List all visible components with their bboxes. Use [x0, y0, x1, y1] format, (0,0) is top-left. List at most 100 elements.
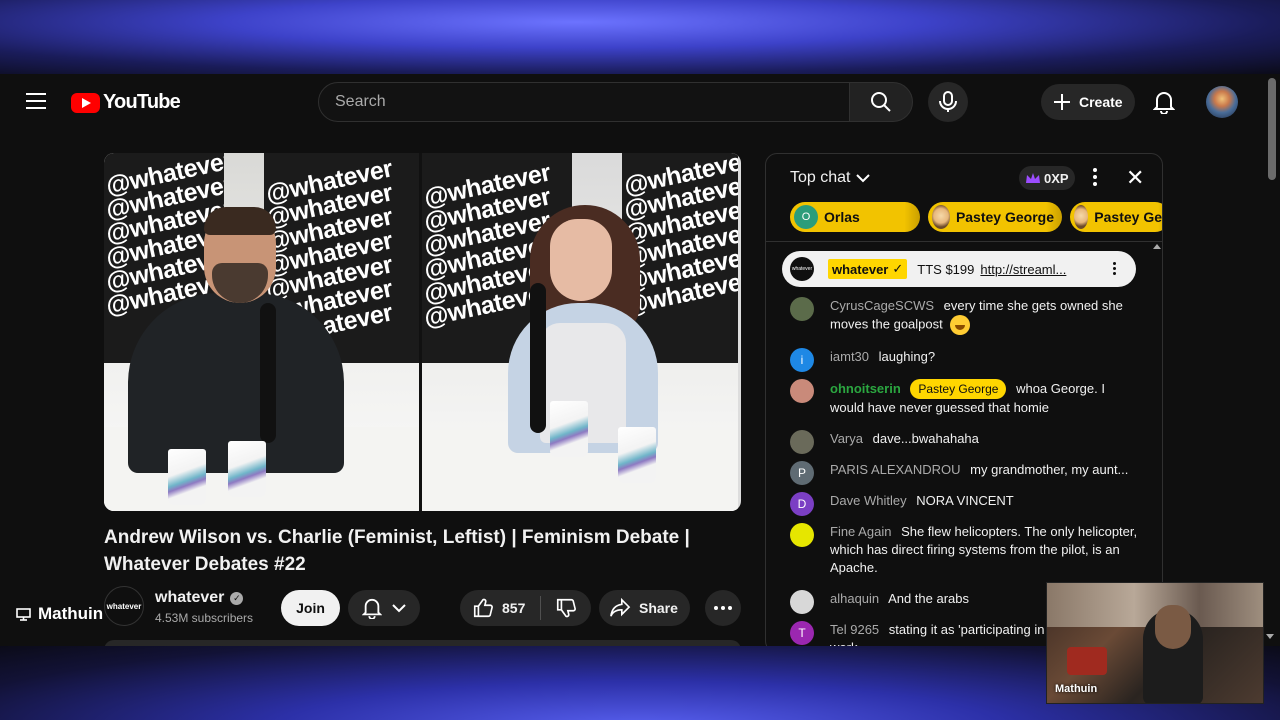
create-button[interactable]: Create	[1041, 84, 1135, 120]
channel-avatar[interactable]: whatever	[104, 586, 144, 626]
chat-avatar	[790, 430, 814, 454]
cup	[618, 427, 656, 483]
chat-author[interactable]: Dave Whitley	[830, 493, 907, 508]
pinned-text: TTS $199	[917, 261, 975, 277]
chat-avatar	[790, 379, 814, 403]
channel-name[interactable]: whatever	[155, 589, 224, 607]
chat-message[interactable]: Fine Again She flew helicopters. The onl…	[790, 523, 1140, 577]
chat-message[interactable]: D Dave Whitley NORA VINCENT	[790, 492, 1140, 516]
ticker-item[interactable]: Pastey George	[928, 202, 1062, 232]
close-chat-button[interactable]: ✕	[1126, 166, 1144, 190]
share-button[interactable]: Share	[599, 590, 690, 626]
search-button[interactable]	[849, 82, 913, 122]
chat-author[interactable]: iamt30	[830, 349, 869, 364]
video-title: Andrew Wilson vs. Charlie (Feminist, Lef…	[104, 527, 690, 575]
ticker-name: Pastey George	[955, 209, 1054, 225]
chat-message[interactable]: i iamt30 laughing?	[790, 348, 1140, 372]
subscription-notifications-button[interactable]	[348, 590, 420, 626]
video-player[interactable]: @whatever @whatever @whatever @whatever …	[104, 153, 741, 511]
speaker-right-face	[550, 219, 612, 301]
chat-divider	[766, 241, 1162, 242]
chat-author[interactable]: ohnoitserin	[830, 381, 901, 396]
chat-avatar: D	[790, 492, 814, 516]
chat-message[interactable]: Varya dave...bwahahaha	[790, 430, 1140, 454]
microphone-stand	[260, 303, 276, 443]
ticker-item[interactable]: Pastey Ge	[1070, 202, 1162, 232]
pinned-author: whatever ✓	[828, 259, 908, 279]
webcam-overlay: Mathuin	[1046, 582, 1264, 704]
xp-badge[interactable]: 0XP	[1019, 166, 1075, 190]
chat-text: dave...bwahahaha	[872, 431, 979, 446]
page-scrollbar[interactable]	[1268, 78, 1276, 180]
voice-search-button[interactable]	[928, 82, 968, 122]
chat-message[interactable]: CyrusCageSCWS every time she gets owned …	[790, 297, 1140, 335]
share-icon	[610, 598, 631, 617]
bell-icon	[362, 598, 382, 619]
microphone-stand	[530, 283, 546, 433]
search-icon	[871, 92, 891, 112]
gift-badge: Pastey George	[910, 379, 1007, 399]
chat-author[interactable]: PARIS ALEXANDROU	[830, 462, 961, 477]
page-scroll-down-arrow[interactable]	[1266, 634, 1274, 639]
create-label: Create	[1079, 94, 1123, 110]
dislike-button[interactable]	[541, 597, 591, 619]
ticker-name: Pastey Ge	[1094, 209, 1162, 225]
close-icon: ✕	[1126, 165, 1145, 190]
thumbs-down-icon	[556, 598, 576, 618]
chat-avatar: T	[790, 621, 814, 645]
ticker-item[interactable]: O Orlas	[790, 202, 920, 232]
chat-message[interactable]: P PARIS ALEXANDROU my grandmother, my au…	[790, 461, 1140, 485]
pinned-author-name: whatever	[832, 261, 889, 277]
channel-name-row[interactable]: whatever ✓	[155, 589, 244, 607]
account-avatar[interactable]	[1206, 86, 1238, 118]
search-input[interactable]: Search	[318, 82, 850, 122]
cup	[228, 441, 266, 497]
chat-author[interactable]: Tel 9265	[830, 622, 879, 637]
chat-mode-selector[interactable]: Top chat	[790, 169, 871, 187]
speaker-left-hair	[204, 207, 276, 235]
like-dislike-group: 857	[460, 590, 591, 626]
chat-avatar: i	[790, 348, 814, 372]
monitor-icon	[16, 607, 31, 621]
ticker-avatar	[1074, 205, 1089, 229]
more-actions-button[interactable]	[705, 590, 741, 626]
youtube-logo[interactable]: YouTube	[71, 91, 181, 114]
video-pane-right: @whatever @whatever @whatever @whatever …	[422, 153, 738, 511]
logo-text: YouTube	[103, 91, 181, 113]
chat-text: And the arabs	[888, 591, 970, 606]
menu-icon[interactable]	[26, 93, 46, 109]
chat-avatar	[790, 297, 814, 321]
notifications-button[interactable]	[1150, 88, 1178, 116]
chat-scroll-up-arrow[interactable]	[1153, 244, 1161, 249]
chat-message[interactable]: ohnoitserin Pastey George whoa George. I…	[790, 379, 1140, 417]
chat-author[interactable]: Fine Again	[830, 524, 891, 539]
join-button[interactable]: Join	[281, 590, 340, 626]
verified-check-icon: ✓	[230, 591, 244, 605]
grinning-emoji-icon	[950, 315, 971, 335]
streamer-label: Mathuin	[16, 604, 103, 624]
description-box[interactable]	[104, 640, 741, 646]
cup	[168, 449, 206, 505]
chat-author[interactable]: CyrusCageSCWS	[830, 298, 934, 313]
verified-check-icon: ✓	[892, 261, 904, 276]
thumbs-up-icon	[473, 598, 493, 618]
pinned-avatar: whatever	[790, 257, 814, 281]
chat-avatar	[790, 523, 814, 547]
like-button[interactable]: 857	[460, 597, 540, 619]
chat-author[interactable]: Varya	[830, 431, 863, 446]
chevron-down-icon	[392, 604, 406, 613]
share-label: Share	[639, 600, 678, 616]
chat-avatar	[790, 590, 814, 614]
pinned-message[interactable]: whatever whatever ✓ TTS $199 http://stre…	[782, 251, 1136, 287]
bell-icon	[1153, 92, 1175, 114]
ticker-avatar	[932, 205, 950, 229]
chat-text: NORA VINCENT	[916, 493, 1014, 508]
chat-mode-label: Top chat	[790, 169, 851, 186]
pinned-link[interactable]: http://streaml...	[980, 262, 1066, 277]
crown-icon	[1026, 173, 1040, 183]
pinned-options-button[interactable]	[1113, 262, 1116, 275]
chat-author[interactable]: alhaquin	[830, 591, 879, 606]
chat-options-button[interactable]	[1092, 168, 1098, 186]
webcam-label: Mathuin	[1055, 683, 1098, 695]
youtube-play-icon	[71, 92, 100, 113]
